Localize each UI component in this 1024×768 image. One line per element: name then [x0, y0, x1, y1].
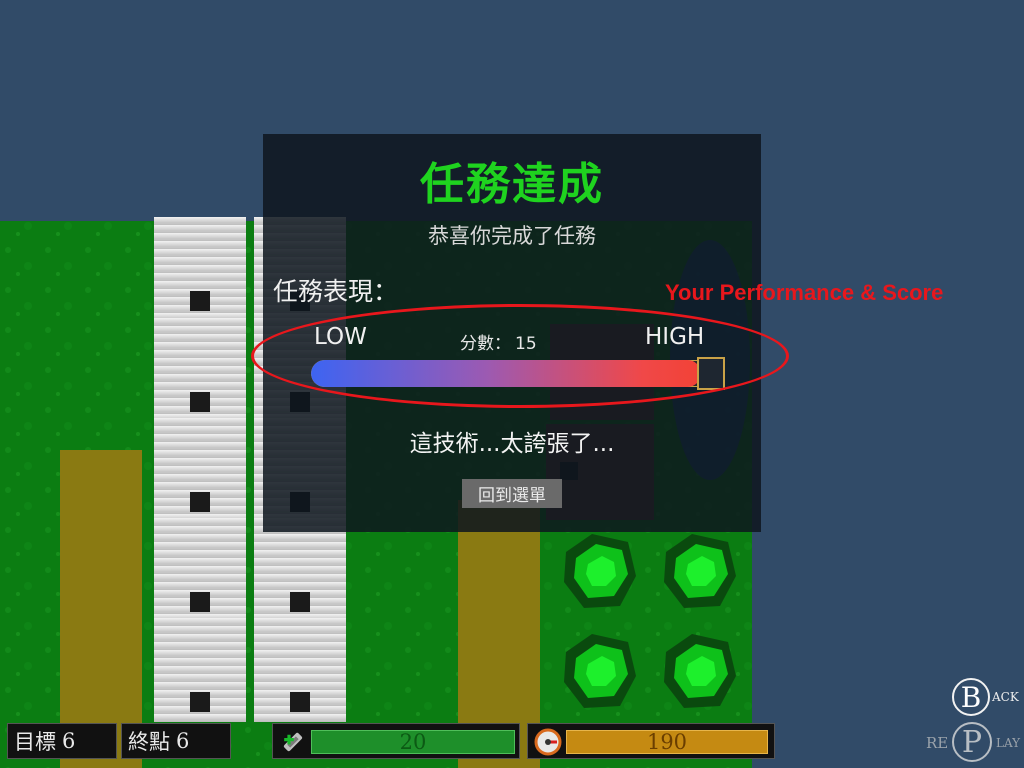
- back-button-label: ACK: [992, 690, 1019, 704]
- back-button[interactable]: B ACK: [952, 678, 1019, 716]
- endpoint-counter: 終點 6: [121, 723, 231, 759]
- endpoint-value: 6: [176, 729, 190, 753]
- wrench-icon: [283, 732, 303, 752]
- replay-label-left: RE: [926, 734, 949, 752]
- resource-panel-2: 190: [527, 723, 775, 759]
- gauge-icon: [534, 728, 562, 756]
- highlight-ellipse: [251, 304, 789, 408]
- wall-column: [154, 217, 246, 722]
- annotation-label: Your Performance & Score: [665, 280, 944, 305]
- back-button-icon: B: [952, 678, 990, 716]
- dialog-subtitle: 恭喜你完成了任務: [428, 224, 596, 248]
- endpoint-label: 終點: [128, 730, 170, 754]
- replay-label-right: LAY: [996, 736, 1021, 750]
- resource-bar-2: 190: [566, 730, 768, 754]
- performance-label: 任務表現：: [273, 277, 399, 306]
- replay-button[interactable]: RE P LAY: [926, 722, 1024, 764]
- target-counter: 目標 6: [7, 723, 117, 759]
- dialog-title: 任務達成: [420, 159, 604, 210]
- resource-bar-1: 20: [311, 730, 515, 754]
- back-to-menu-button[interactable]: 回到選單: [462, 479, 562, 508]
- target-value: 6: [62, 729, 76, 753]
- resource-panel-1: 20: [272, 723, 520, 759]
- replay-button-icon: P: [952, 722, 992, 762]
- dirt-path: [60, 450, 142, 768]
- performance-comment: 這技術...太誇張了...: [409, 431, 615, 457]
- target-label: 目標: [14, 730, 56, 754]
